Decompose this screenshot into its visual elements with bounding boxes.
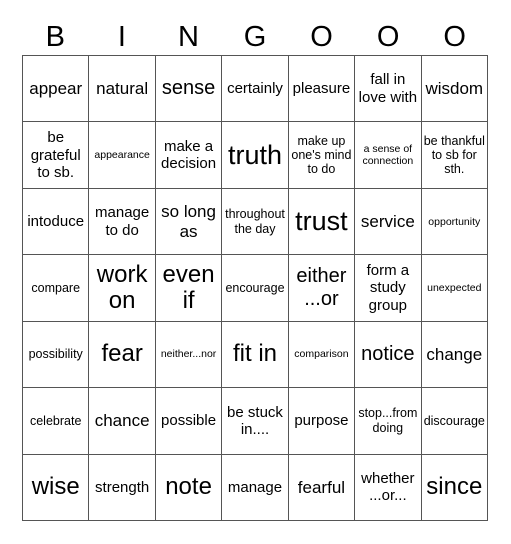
bingo-cell[interactable]: appearance [89, 122, 156, 189]
bingo-cell[interactable]: compare [23, 255, 90, 322]
bingo-cell[interactable]: be grateful to sb. [23, 122, 90, 189]
bingo-cell[interactable]: stop...from doing [355, 388, 422, 455]
bingo-cell[interactable]: fearful [288, 454, 356, 521]
bingo-cell[interactable]: certainly [222, 56, 289, 123]
bingo-cell[interactable]: wisdom [421, 56, 488, 123]
bingo-cell[interactable]: make up one's mind to do [288, 122, 356, 189]
bingo-cell[interactable]: service [355, 188, 422, 256]
bingo-cell[interactable]: sense [155, 56, 223, 123]
bingo-cell[interactable]: chance [89, 388, 156, 455]
bingo-cell[interactable]: encourage [222, 255, 289, 322]
bingo-cell[interactable]: opportunity [421, 188, 488, 256]
header-letter: N [177, 21, 199, 53]
bingo-cell[interactable]: neither...nor [155, 321, 223, 389]
bingo-cell[interactable]: manage [222, 454, 289, 521]
bingo-cell[interactable]: possibility [23, 321, 90, 389]
bingo-cell[interactable]: natural [89, 56, 156, 123]
header-letter: G [243, 21, 267, 53]
header-letter: O [443, 21, 466, 53]
bingo-board: appear natural sense certainly pleasure … [22, 55, 488, 521]
bingo-cell[interactable]: comparison [288, 321, 356, 389]
bingo-cell[interactable]: note [155, 454, 223, 521]
bingo-cell[interactable]: be thankful to sb for sth. [421, 122, 488, 189]
bingo-cell[interactable]: so long as [155, 188, 223, 256]
bingo-cell[interactable]: fit in [222, 321, 289, 389]
bingo-cell[interactable]: wise [23, 454, 90, 521]
bingo-cell[interactable]: work on [89, 255, 156, 322]
header-letter: O [310, 21, 333, 53]
bingo-cell[interactable]: since [421, 454, 488, 521]
bingo-cell[interactable]: a sense of connection [355, 122, 422, 189]
bingo-cell[interactable]: discourage [421, 388, 488, 455]
header-letter: B [45, 21, 65, 53]
bingo-cell[interactable]: manage to do [89, 188, 156, 256]
bingo-cell[interactable]: possible [155, 388, 223, 455]
bingo-cell[interactable]: notice [355, 321, 422, 389]
bingo-cell[interactable]: celebrate [23, 388, 90, 455]
bingo-cell[interactable]: strength [89, 454, 156, 521]
bingo-cell[interactable]: form a study group [355, 255, 422, 322]
header-letter: I [117, 21, 126, 53]
bingo-cell[interactable]: truth [222, 122, 289, 189]
bingo-cell[interactable]: whether ...or... [355, 454, 422, 521]
bingo-cell[interactable]: unexpected [421, 255, 488, 322]
bingo-cell[interactable]: trust [288, 188, 356, 256]
bingo-cell[interactable]: fear [89, 321, 156, 389]
bingo-cell[interactable]: intoduce [23, 188, 90, 256]
bingo-cell[interactable]: appear [23, 56, 90, 123]
bingo-cell[interactable]: be stuck in.... [222, 388, 289, 455]
bingo-cell[interactable]: even if [155, 255, 223, 322]
bingo-header: B I N G O O O [22, 20, 488, 54]
header-letter: O [376, 21, 400, 53]
bingo-cell[interactable]: fall in love with [355, 56, 422, 123]
bingo-cell[interactable]: purpose [288, 388, 356, 455]
bingo-cell[interactable]: change [421, 321, 488, 389]
bingo-cell[interactable]: pleasure [288, 56, 356, 123]
bingo-cell[interactable]: either ...or [288, 255, 356, 322]
bingo-cell[interactable]: throughout the day [222, 188, 289, 256]
bingo-cell[interactable]: make a decision [155, 122, 223, 189]
